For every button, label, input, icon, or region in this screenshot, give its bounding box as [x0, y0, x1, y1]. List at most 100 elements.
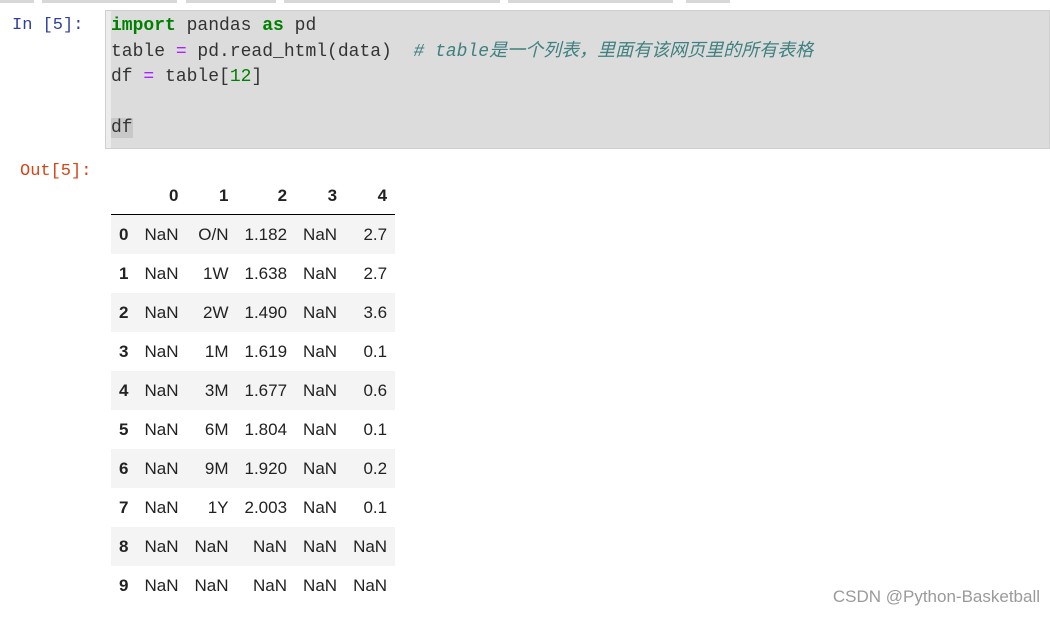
input-prompt: In [5]:	[12, 16, 84, 35]
column-header: 4	[345, 177, 396, 215]
code-line-5: df	[111, 118, 133, 138]
table-cell: 1.638	[244, 263, 288, 283]
table-cell: 1W	[203, 263, 229, 283]
table-cell: NaN	[303, 536, 338, 556]
table-cell: 0.6	[363, 380, 388, 400]
index-expr-end: ]	[251, 67, 263, 87]
table-cell: NaN	[144, 536, 179, 556]
row-index: 5	[119, 419, 129, 439]
notebook-toolbar-strip	[0, 0, 1050, 10]
output-prompt: Out[5]:	[20, 162, 92, 181]
table-cell: 2.7	[363, 224, 388, 244]
row-index: 8	[119, 536, 129, 556]
table-cell: 3.6	[363, 302, 388, 322]
table-cell: NaN	[303, 497, 338, 517]
table-row: 2 NaN 2W 1.490 NaN 3.6	[111, 293, 396, 332]
table-cell: NaN	[303, 458, 338, 478]
table-cell: 0.1	[363, 341, 388, 361]
table-row: 8 NaN NaN NaN NaN NaN	[111, 527, 396, 566]
row-index: 9	[119, 575, 129, 595]
code-comment: # table是一个列表，里面有该网页里的所有表格	[413, 41, 814, 62]
table-cell: NaN	[144, 419, 179, 439]
module-name: pandas	[175, 16, 263, 36]
assign-target: table	[111, 41, 176, 62]
table-cell: 1M	[204, 341, 229, 361]
code-line-3: df = table[12]	[111, 67, 262, 87]
assign-operator: =	[143, 67, 155, 87]
table-cell: 2.7	[363, 263, 388, 283]
row-index: 4	[119, 380, 129, 400]
table-header-row: 0 1 2 3 4	[111, 177, 396, 215]
table-cell: NaN	[144, 497, 179, 517]
table-cell: NaN	[353, 575, 388, 595]
table-cell: O/N	[198, 224, 229, 244]
table-cell: NaN	[144, 263, 179, 283]
table-row: 0 NaN O/N 1.182 NaN 2.7	[111, 214, 396, 254]
keyword-import: import	[111, 16, 176, 36]
table-cell: 1.619	[244, 341, 288, 361]
table-cell: NaN	[144, 341, 179, 361]
table-cell: NaN	[303, 419, 338, 439]
row-index: 0	[119, 224, 129, 244]
row-index: 3	[119, 341, 129, 361]
table-cell: NaN	[303, 224, 338, 244]
toolbar-segment	[0, 0, 34, 3]
table-cell: NaN	[144, 458, 179, 478]
table-cell: 1Y	[207, 497, 229, 517]
table-cell: 1.490	[244, 302, 288, 322]
column-header	[111, 177, 137, 215]
table-cell: NaN	[253, 575, 288, 595]
code-editor[interactable]: import pandas as pd table = pd.read_html…	[111, 14, 813, 142]
toolbar-segment	[186, 0, 276, 3]
table-row: 4 NaN 3M 1.677 NaN 0.6	[111, 371, 396, 410]
index-expr-start: table[	[154, 67, 230, 87]
table-cell: NaN	[303, 263, 338, 283]
table-row: 5 NaN 6M 1.804 NaN 0.1	[111, 410, 395, 449]
table-cell: NaN	[144, 224, 179, 244]
column-header: 0	[136, 177, 187, 215]
code-input-area[interactable]: import pandas as pd table = pd.read_html…	[105, 10, 1050, 149]
code-line-2: table = pd.read_html(data) # table是一个列表，…	[111, 42, 813, 62]
table-cell: 1.182	[244, 224, 288, 244]
table-cell: 3M	[204, 380, 229, 400]
toolbar-segment	[284, 0, 500, 3]
table-cell: NaN	[303, 302, 338, 322]
table-cell: 1.677	[244, 380, 288, 400]
table-cell: 1.804	[244, 419, 288, 439]
function-call: pd.read_html(data)	[186, 41, 414, 62]
table-cell: NaN	[303, 341, 338, 361]
row-index: 7	[119, 497, 129, 517]
toolbar-segment	[686, 0, 730, 3]
table-cell: 0.1	[363, 419, 388, 439]
module-alias: pd	[283, 16, 317, 36]
table-cell: NaN	[303, 575, 338, 595]
index-number: 12	[229, 67, 252, 87]
table-cell: NaN	[144, 380, 179, 400]
assign-operator: =	[175, 41, 187, 62]
table-row: 6 NaN 9M 1.920 NaN 0.2	[111, 449, 396, 488]
toolbar-segment	[42, 0, 177, 3]
table-cell: 0.2	[363, 458, 388, 478]
table-row: 1 NaN 1W 1.638 NaN 2.7	[111, 254, 395, 293]
keyword-as: as	[262, 16, 284, 36]
table-row: 3 NaN 1M 1.619 NaN 0.1	[111, 332, 395, 371]
row-index: 2	[119, 302, 129, 322]
row-index: 1	[119, 263, 129, 283]
table-cell: 9M	[204, 458, 229, 478]
table-cell: 2.003	[244, 497, 288, 517]
toolbar-segment	[508, 0, 673, 3]
table-cell: NaN	[144, 302, 179, 322]
table-cell: NaN	[144, 575, 179, 595]
table-row: 7 NaN 1Y 2.003 NaN 0.1	[111, 488, 395, 527]
table-cell: 0.1	[363, 497, 388, 517]
code-line-1: import pandas as pd	[111, 16, 316, 36]
column-header: 3	[295, 177, 346, 215]
dataframe-output-table: 0 1 2 3 4 0 NaN O/N 1.182 NaN 2.7 1 NaN …	[111, 177, 396, 605]
table-cell: 1.920	[244, 458, 288, 478]
table-cell: NaN	[194, 536, 229, 556]
assign-target: df	[111, 67, 144, 87]
column-header: 2	[236, 177, 296, 215]
table-cell: NaN	[253, 536, 288, 556]
table-cell: NaN	[353, 536, 388, 556]
table-row: 9 NaN NaN NaN NaN NaN	[111, 566, 395, 605]
